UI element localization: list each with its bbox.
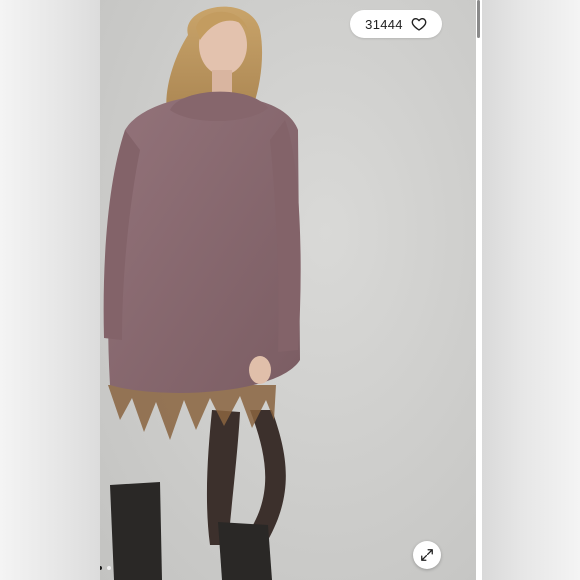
right-backdrop bbox=[482, 0, 580, 580]
scrollbar-thumb[interactable] bbox=[477, 0, 480, 38]
heart-outline-icon bbox=[411, 16, 427, 32]
hand bbox=[249, 356, 271, 384]
expand-image-button[interactable] bbox=[413, 541, 441, 569]
like-count: 31444 bbox=[365, 16, 403, 32]
carousel-dot-2[interactable] bbox=[107, 566, 111, 570]
ruffle-skirt bbox=[108, 385, 276, 440]
model-illustration bbox=[103, 6, 301, 580]
right-boot bbox=[218, 522, 272, 580]
carousel-dot-1[interactable] bbox=[100, 566, 102, 570]
carousel-dots bbox=[100, 566, 111, 570]
product-photo[interactable] bbox=[100, 0, 476, 580]
like-button[interactable]: 31444 bbox=[350, 10, 442, 38]
left-backdrop bbox=[0, 0, 100, 580]
right-leg bbox=[250, 410, 286, 540]
neck bbox=[212, 70, 232, 94]
expand-arrows-icon bbox=[420, 548, 434, 562]
left-boot bbox=[110, 482, 162, 580]
